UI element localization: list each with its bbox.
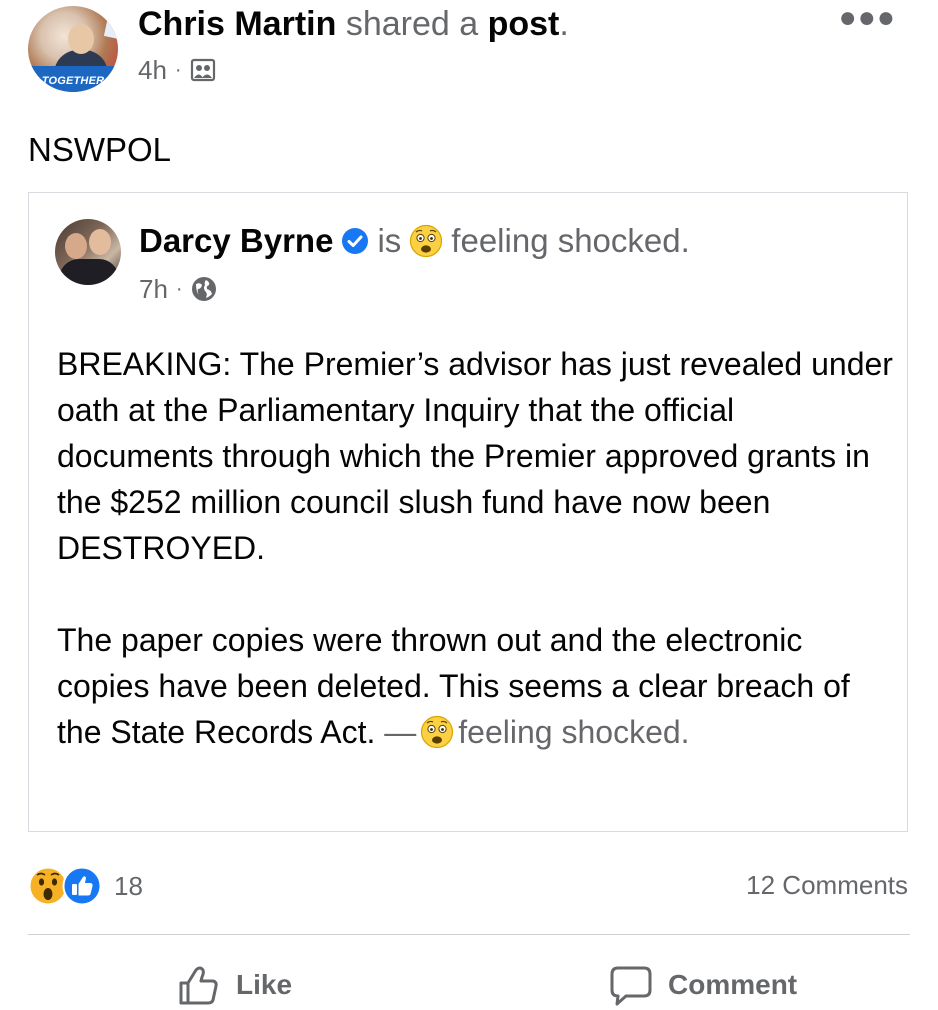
- shared-meta-separator: ·: [175, 278, 183, 300]
- reactions-summary[interactable]: 18: [28, 866, 143, 906]
- shared-post-body: BREAKING: The Premier’s advisor has just…: [57, 341, 897, 755]
- shared-post-title: Darcy Byrne is feeling shocked.: [139, 219, 690, 263]
- avatar-banner-text: TOGETHER: [28, 66, 118, 92]
- title-period: .: [559, 5, 569, 43]
- like-icon: [62, 866, 102, 906]
- like-button[interactable]: Like: [176, 960, 292, 1010]
- avatar-face-left: [65, 233, 87, 259]
- comments-count-link[interactable]: 12 Comments: [746, 866, 908, 904]
- speech-bubble-icon: [608, 962, 654, 1008]
- author-name-link[interactable]: Chris Martin: [138, 5, 336, 43]
- post-header-title: Chris Martin shared a post.: [138, 2, 569, 46]
- thumbs-up-icon: [176, 962, 222, 1008]
- reaction-count: 18: [114, 870, 143, 901]
- meta-separator: ·: [174, 59, 182, 81]
- feeling-text: feeling shocked.: [451, 222, 690, 259]
- actions-divider: [28, 934, 910, 935]
- more-options-button[interactable]: ●●●: [839, 3, 896, 33]
- shared-post-link[interactable]: post: [488, 5, 560, 43]
- avatar-face: [68, 24, 94, 54]
- body-paragraph-1: BREAKING: The Premier’s advisor has just…: [57, 346, 893, 566]
- shared-action-text: shared a: [345, 5, 479, 43]
- verified-badge-icon: [341, 227, 369, 255]
- more-horizontal-icon: ●●●: [838, 1, 896, 34]
- shared-author-name-link[interactable]: Darcy Byrne: [139, 219, 333, 263]
- feeling-dash: —: [384, 714, 417, 750]
- shared-post-meta: 7h ·: [139, 269, 217, 309]
- shared-author-avatar[interactable]: [55, 219, 121, 285]
- comment-button[interactable]: Comment: [608, 960, 797, 1010]
- comment-button-label: Comment: [668, 969, 798, 1000]
- avatar-sign: [103, 14, 118, 40]
- post-timestamp[interactable]: 4h: [138, 50, 167, 90]
- feeling-verb: is: [377, 222, 402, 259]
- like-button-label: Like: [236, 969, 293, 1000]
- author-avatar[interactable]: TOGETHER: [28, 6, 118, 92]
- shocked-emoji-icon: [409, 224, 443, 258]
- body-paragraph-2: The paper copies were thrown out and the…: [57, 617, 897, 755]
- shocked-emoji-icon: [420, 715, 454, 749]
- shared-post-card[interactable]: Darcy Byrne is feeling shocked. 7h · BRE…: [28, 192, 908, 832]
- globe-icon[interactable]: [191, 276, 217, 302]
- friends-icon[interactable]: [190, 57, 216, 83]
- shared-post-timestamp[interactable]: 7h: [139, 269, 168, 309]
- post-meta: 4h ·: [138, 50, 216, 90]
- post-caption: NSWPOL: [28, 131, 172, 168]
- avatar-body: [59, 259, 119, 285]
- avatar-face-right: [89, 229, 111, 255]
- feeling-tail-text: feeling shocked.: [458, 714, 690, 750]
